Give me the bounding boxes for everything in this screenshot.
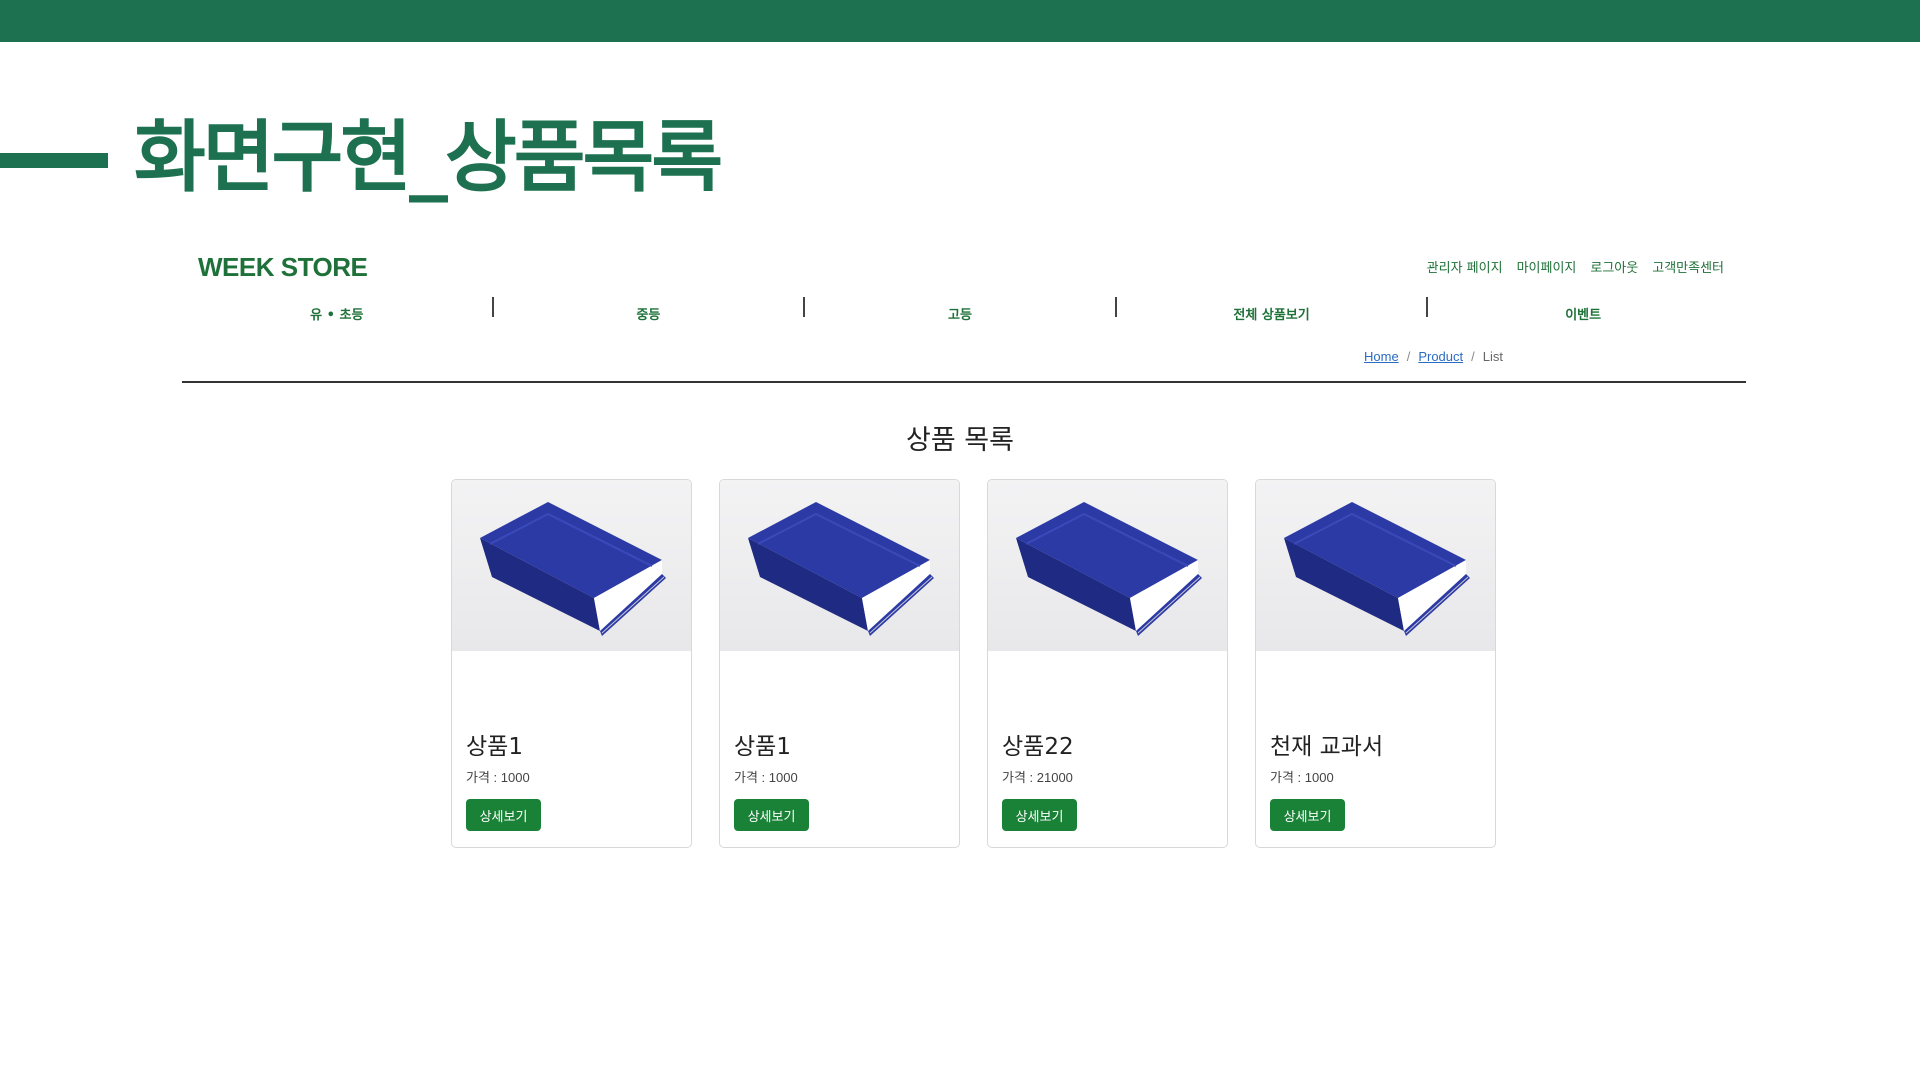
top-links: 관리자 페이지 마이페이지 로그아웃 고객만족센터 — [1427, 257, 1724, 276]
book-icon[interactable] — [452, 480, 691, 651]
book-icon[interactable] — [720, 480, 959, 651]
breadcrumb: Home / Product / List — [1364, 349, 1503, 364]
nav-item-middle[interactable]: 중등 — [494, 293, 804, 333]
product-price: 가격 : 1000 — [1270, 770, 1334, 785]
product-price: 가격 : 1000 — [734, 770, 798, 785]
product-list: 상품1 가격 : 1000 상세보기 상품1 가격 : 1000 상세보기 상품… — [451, 479, 1496, 848]
breadcrumb-separator: / — [1471, 349, 1475, 364]
product-name: 천재 교과서 — [1270, 734, 1384, 760]
detail-button[interactable]: 상세보기 — [1002, 799, 1077, 831]
detail-button[interactable]: 상세보기 — [734, 799, 809, 831]
product-card: 상품22 가격 : 21000 상세보기 — [987, 479, 1228, 848]
product-price: 가격 : 1000 — [466, 770, 530, 785]
nav-item-high[interactable]: 고등 — [805, 293, 1115, 333]
product-card: 상품1 가격 : 1000 상세보기 — [451, 479, 692, 848]
nav-item-elementary[interactable]: 유 • 초등 — [182, 293, 492, 333]
header-divider — [182, 381, 1746, 383]
product-name: 상품1 — [466, 734, 523, 760]
top-band — [0, 0, 1920, 42]
product-name: 상품1 — [734, 734, 791, 760]
main-nav: 유 • 초등 중등 고등 전체 상품보기 이벤트 — [182, 293, 1738, 333]
nav-item-event[interactable]: 이벤트 — [1428, 293, 1738, 333]
product-card: 상품1 가격 : 1000 상세보기 — [719, 479, 960, 848]
store-logo[interactable]: WEEK STORE — [198, 252, 368, 283]
mypage-link[interactable]: 마이페이지 — [1517, 257, 1577, 276]
title-accent-bar — [0, 153, 108, 168]
book-icon[interactable] — [1256, 480, 1495, 651]
product-price: 가격 : 21000 — [1002, 770, 1073, 785]
breadcrumb-separator: / — [1406, 349, 1411, 364]
nav-item-all-products[interactable]: 전체 상품보기 — [1117, 293, 1427, 333]
book-icon[interactable] — [988, 480, 1227, 651]
breadcrumb-current: List — [1482, 349, 1503, 364]
customer-center-link[interactable]: 고객만족센터 — [1652, 257, 1724, 276]
slide-title: 화면구현_상품목록 — [134, 113, 723, 203]
breadcrumb-product[interactable]: Product — [1418, 349, 1463, 364]
page-title: 상품 목록 — [906, 425, 1014, 456]
detail-button[interactable]: 상세보기 — [1270, 799, 1345, 831]
admin-page-link[interactable]: 관리자 페이지 — [1427, 257, 1503, 276]
detail-button[interactable]: 상세보기 — [466, 799, 541, 831]
product-name: 상품22 — [1002, 734, 1074, 760]
product-card: 천재 교과서 가격 : 1000 상세보기 — [1255, 479, 1496, 848]
breadcrumb-home[interactable]: Home — [1364, 349, 1399, 364]
logout-link[interactable]: 로그아웃 — [1590, 257, 1638, 276]
